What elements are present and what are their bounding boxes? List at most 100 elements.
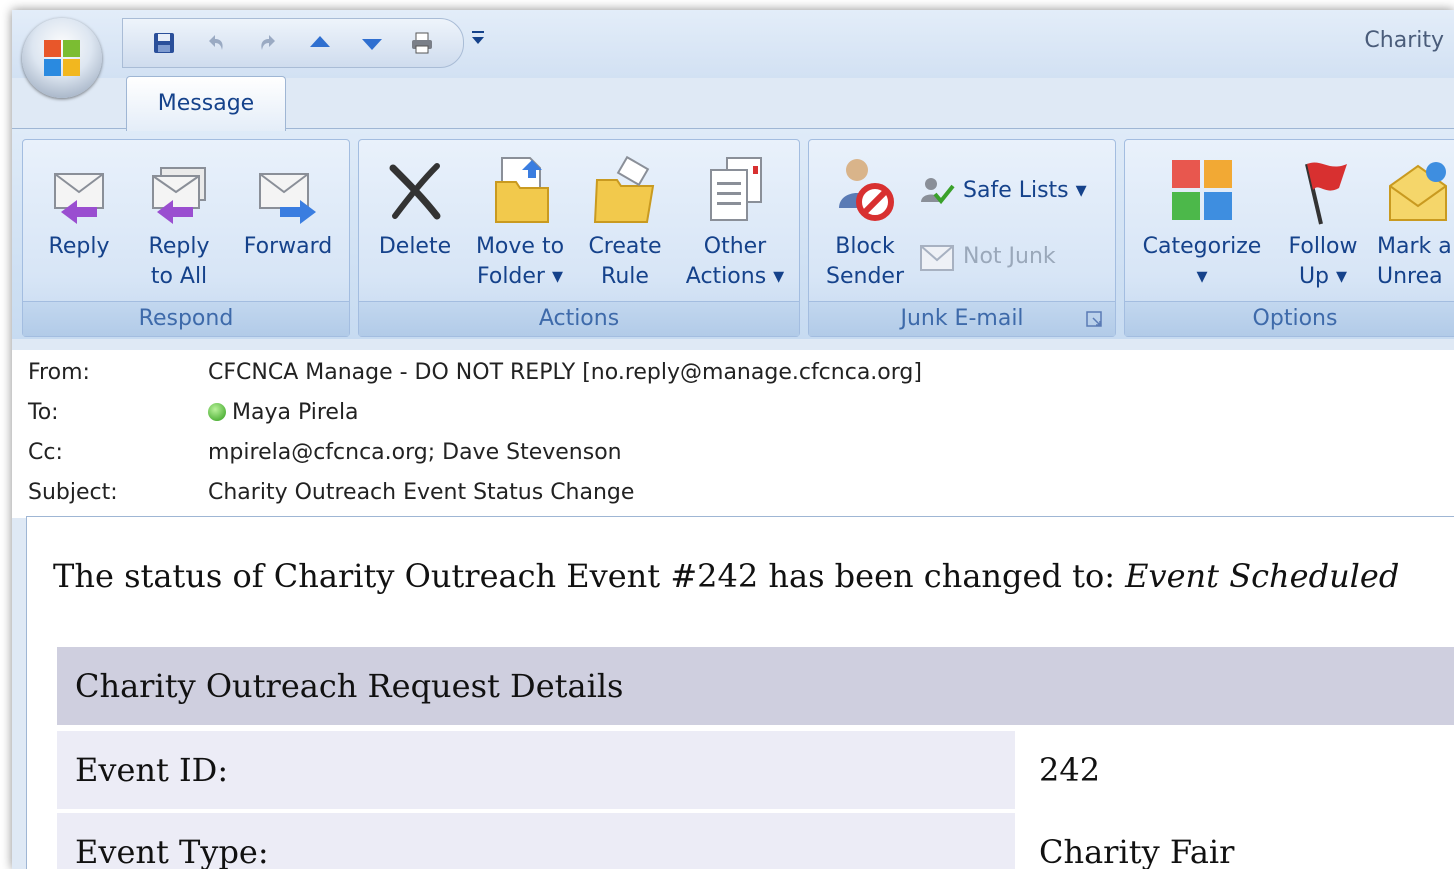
event-id-label: Event ID: — [75, 751, 229, 789]
follow-up-label: Follow Up ▾ — [1277, 232, 1369, 292]
actions-group: Delete Move to Folder ▾ Create Rule Other A… — [358, 139, 800, 337]
message-body: The status of Charity Outreach Event #24… — [26, 516, 1454, 869]
create-rule-label: Create Rule — [573, 232, 677, 292]
block-label-line1: Block — [835, 234, 895, 259]
mark-label-line1: Mark a — [1377, 234, 1452, 259]
cc-label: Cc: — [28, 440, 63, 465]
delete-button[interactable]: Delete — [365, 140, 465, 300]
move-to-folder-label: Move to Folder ▾ — [467, 232, 573, 292]
title-bar: Charity — [12, 10, 1454, 78]
not-junk-icon — [920, 245, 954, 271]
to-label: To: — [28, 400, 59, 425]
message-header: From: CFCNCA Manage - DO NOT REPLY [no.r… — [12, 350, 1454, 518]
rule-label-line1: Create — [588, 234, 662, 259]
move-label-line1: Move to — [475, 234, 565, 259]
create-rule-icon — [593, 155, 655, 223]
safe-lists-label: Safe Lists ▾ — [963, 178, 1087, 203]
reply-all-button[interactable]: Reply to All — [131, 140, 227, 300]
actions-group-label: Actions — [359, 301, 799, 336]
forward-label: Forward — [243, 234, 333, 259]
from-value[interactable]: CFCNCA Manage - DO NOT REPLY [no.reply@m… — [208, 360, 922, 385]
categorize-label-line1: Categorize — [1142, 234, 1262, 259]
follow-up-icon — [1305, 162, 1347, 225]
office-logo-icon — [44, 40, 80, 76]
outlook-message-window: Charity Message Reply Reply to All Forwa… — [12, 10, 1454, 869]
reply-all-label-line1: Reply — [148, 234, 210, 259]
subject-value: Charity Outreach Event Status Change — [208, 480, 635, 505]
other-label-line1: Other — [703, 234, 767, 259]
print-icon[interactable] — [409, 31, 435, 55]
categorize-label: Categorize ▾ — [1129, 232, 1275, 292]
block-label-line2: Sender — [826, 264, 904, 289]
to-value: Maya Pirela — [232, 400, 359, 425]
follow-label-line2: Up ▾ — [1298, 264, 1348, 289]
office-button[interactable] — [22, 18, 102, 98]
mark-as-unread-button[interactable]: Mark a Unrea — [1371, 140, 1454, 300]
reply-all-label: Reply to All — [131, 232, 227, 292]
other-actions-button[interactable]: Other Actions ▾ — [677, 140, 793, 300]
event-type-value-cell: Charity Fair — [1021, 813, 1454, 869]
safe-lists-icon — [921, 178, 955, 205]
create-rule-button[interactable]: Create Rule — [573, 140, 677, 300]
undo-icon[interactable] — [203, 31, 229, 55]
respond-group-label: Respond — [23, 301, 349, 336]
table-row: Event Type: Charity Fair — [57, 813, 1454, 869]
categorize-dropdown-arrow: ▾ — [1196, 264, 1208, 289]
delete-icon — [389, 163, 441, 220]
not-junk-button[interactable]: Not Junk — [919, 238, 1109, 276]
cc-value[interactable]: mpirela@cfcnca.org; Dave Stevenson — [208, 440, 622, 465]
window-title: Charity — [1364, 28, 1444, 53]
save-icon[interactable] — [151, 31, 177, 55]
reply-label: Reply — [48, 234, 110, 259]
options-group: Categorize ▾ Follow Up ▾ Mark a Unrea Optio… — [1124, 139, 1454, 337]
ribbon: Reply Reply to All Forward Respond Delete… — [12, 128, 1454, 339]
not-junk-label: Not Junk — [963, 244, 1056, 269]
previous-item-icon[interactable] — [307, 31, 333, 55]
from-label: From: — [28, 360, 90, 385]
categorize-button[interactable]: Categorize ▾ — [1129, 140, 1275, 300]
next-item-icon[interactable] — [359, 31, 385, 55]
block-sender-icon — [839, 159, 894, 221]
redo-icon[interactable] — [255, 31, 281, 55]
junk-options-launcher-icon[interactable] — [1085, 310, 1105, 330]
subject-label: Subject: — [28, 480, 118, 505]
other-actions-icon — [710, 157, 762, 221]
status-value: Event Scheduled — [1125, 557, 1400, 595]
mark-unread-label: Mark a Unrea — [1371, 232, 1454, 292]
follow-up-button[interactable]: Follow Up ▾ — [1277, 140, 1369, 300]
categorize-icon — [1172, 160, 1232, 220]
respond-group: Reply Reply to All Forward Respond — [22, 139, 350, 337]
options-group-label: Options — [1125, 301, 1454, 336]
forward-button[interactable]: Forward — [233, 140, 343, 300]
move-to-folder-icon — [495, 157, 549, 223]
rule-label-line2: Rule — [601, 264, 649, 289]
status-message: The status of Charity Outreach Event #24… — [53, 557, 1399, 595]
details-table-header: Charity Outreach Request Details — [57, 647, 1454, 725]
junk-email-group: Block Sender Safe Lists ▾ Not Junk Junk E… — [808, 139, 1116, 337]
move-label-line2: Folder ▾ — [476, 264, 564, 289]
move-to-folder-button[interactable]: Move to Folder ▾ — [467, 140, 573, 300]
delete-label: Delete — [378, 234, 452, 259]
block-sender-label: Block Sender — [813, 232, 917, 292]
quick-access-toolbar — [122, 18, 464, 68]
follow-label-line1: Follow — [1288, 234, 1358, 259]
forward-icon — [259, 173, 316, 224]
event-id-value-cell: 242 — [1021, 731, 1454, 809]
presence-status-icon — [208, 403, 226, 421]
block-sender-button[interactable]: Block Sender — [813, 140, 917, 300]
customize-toolbar-icon[interactable] — [468, 28, 488, 48]
table-row: Event ID: 242 — [57, 731, 1454, 809]
tab-message-label: Message — [157, 91, 255, 116]
to-recipient[interactable]: Maya Pirela — [208, 400, 359, 425]
event-type-value: Charity Fair — [1039, 833, 1235, 869]
event-id-label-cell: Event ID: — [57, 731, 1015, 809]
event-type-label-cell: Event Type: — [57, 813, 1015, 869]
tab-message[interactable]: Message — [126, 76, 286, 131]
reply-button[interactable]: Reply — [31, 140, 127, 300]
status-prefix: The status of Charity Outreach Event #24… — [53, 557, 1126, 595]
mark-unread-icon — [1389, 162, 1447, 221]
details-title: Charity Outreach Request Details — [75, 667, 624, 705]
reply-icon — [54, 173, 104, 224]
safe-lists-button[interactable]: Safe Lists ▾ — [919, 172, 1109, 210]
other-label-line2: Actions ▾ — [685, 264, 785, 289]
